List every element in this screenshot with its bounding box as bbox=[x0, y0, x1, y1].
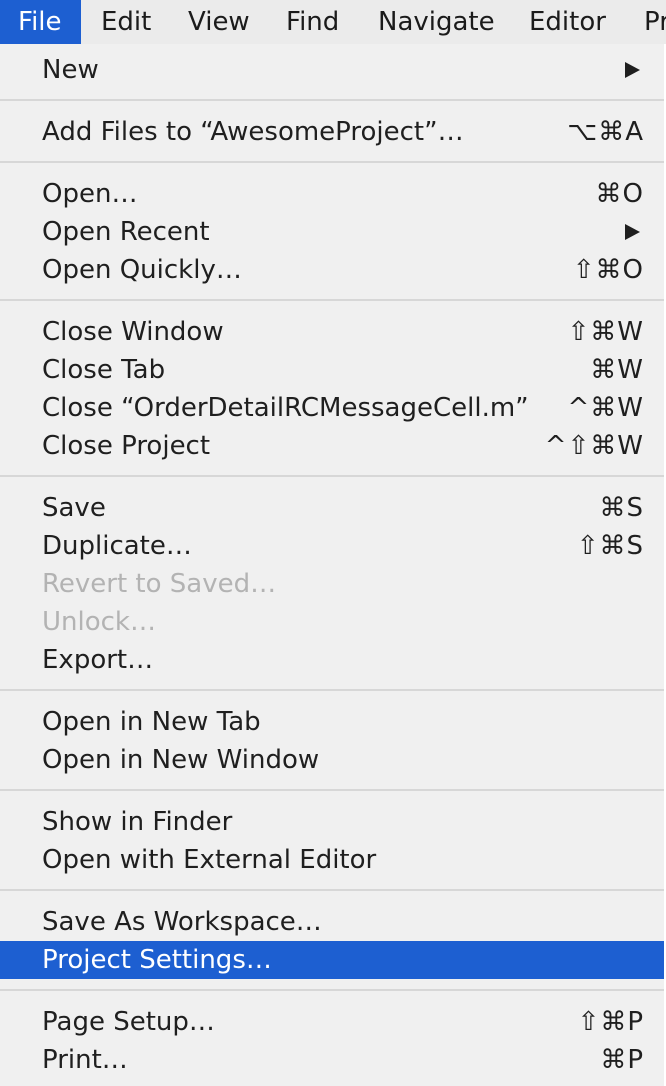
menu-item-label: Close Window bbox=[42, 317, 224, 347]
menu-separator bbox=[0, 475, 664, 477]
menubar-navigate[interactable]: Navigate bbox=[360, 0, 513, 44]
menu-item-shortcut: ^⇧⌘W bbox=[544, 431, 644, 461]
menu-separator bbox=[0, 99, 664, 101]
menu-item-open-in-new-window[interactable]: Open in New Window bbox=[0, 741, 664, 779]
menu-item-close-window[interactable]: Close Window ⇧⌘W bbox=[0, 313, 664, 351]
menu-item-label: Revert to Saved… bbox=[42, 569, 277, 599]
menu-item-shortcut: ⇧⌘O bbox=[572, 255, 644, 285]
menu-item-label: Open Quickly… bbox=[42, 255, 242, 285]
menu-item-shortcut: ⇧⌘P bbox=[577, 1007, 644, 1037]
menu-item-unlock: Unlock… bbox=[0, 603, 664, 641]
menu-item-label: Duplicate… bbox=[42, 531, 192, 561]
menu-item-open[interactable]: Open… ⌘O bbox=[0, 175, 664, 213]
menubar-editor[interactable]: Editor bbox=[511, 0, 624, 44]
menu-item-label: Save bbox=[42, 493, 106, 523]
menu-item-shortcut: ⌘P bbox=[600, 1045, 644, 1075]
menu-item-label: Show in Finder bbox=[42, 807, 233, 837]
menu-item-label: Open with External Editor bbox=[42, 845, 377, 875]
menu-item-label: Print… bbox=[42, 1045, 128, 1075]
menu-item-revert-to-saved: Revert to Saved… bbox=[0, 565, 664, 603]
menu-item-label: Open in New Window bbox=[42, 745, 320, 775]
menu-item-label: Add Files to “AwesomeProject”… bbox=[42, 117, 464, 147]
menu-item-shortcut: ⌘S bbox=[599, 493, 644, 523]
menu-bar: File Edit View Find Navigate Editor Pr bbox=[0, 0, 666, 44]
menu-item-print[interactable]: Print… ⌘P bbox=[0, 1041, 664, 1079]
menu-item-label: Open… bbox=[42, 179, 138, 209]
menu-item-show-in-finder[interactable]: Show in Finder bbox=[0, 803, 664, 841]
menu-item-export[interactable]: Export… bbox=[0, 641, 664, 679]
menu-item-add-files[interactable]: Add Files to “AwesomeProject”… ⌥⌘A bbox=[0, 113, 664, 151]
menu-item-shortcut: ⇧⌘S bbox=[576, 531, 644, 561]
menu-item-shortcut: ⌘O bbox=[595, 179, 644, 209]
menu-item-shortcut: ^⌘W bbox=[567, 393, 644, 423]
submenu-arrow-icon bbox=[625, 224, 640, 240]
menu-item-label: Close Project bbox=[42, 431, 211, 461]
menu-item-close-tab[interactable]: Close Tab ⌘W bbox=[0, 351, 664, 389]
menu-item-label: Close “OrderDetailRCMessageCell.m” bbox=[42, 393, 529, 423]
menu-item-label: New bbox=[42, 55, 99, 85]
menu-item-open-external-editor[interactable]: Open with External Editor bbox=[0, 841, 664, 879]
menu-item-save[interactable]: Save ⌘S bbox=[0, 489, 664, 527]
menu-separator bbox=[0, 889, 664, 891]
menu-item-label: Project Settings… bbox=[42, 945, 272, 975]
menubar-edit[interactable]: Edit bbox=[83, 0, 169, 44]
menu-item-shortcut: ⌥⌘A bbox=[567, 117, 644, 147]
menubar-product[interactable]: Pr bbox=[626, 0, 666, 44]
menu-item-label: Export… bbox=[42, 645, 154, 675]
menu-separator bbox=[0, 989, 664, 991]
menu-item-open-recent[interactable]: Open Recent bbox=[0, 213, 664, 251]
menu-item-new[interactable]: New bbox=[0, 51, 664, 89]
menu-item-label: Close Tab bbox=[42, 355, 166, 385]
menu-item-close-project[interactable]: Close Project ^⇧⌘W bbox=[0, 427, 664, 465]
menu-item-label: Open Recent bbox=[42, 217, 210, 247]
menubar-file[interactable]: File bbox=[0, 0, 81, 44]
menu-item-duplicate[interactable]: Duplicate… ⇧⌘S bbox=[0, 527, 664, 565]
menubar-find[interactable]: Find bbox=[268, 0, 357, 44]
menu-item-project-settings[interactable]: Project Settings… bbox=[0, 941, 664, 979]
menu-item-save-as-workspace[interactable]: Save As Workspace… bbox=[0, 903, 664, 941]
menu-item-label: Open in New Tab bbox=[42, 707, 261, 737]
submenu-arrow-icon bbox=[625, 62, 640, 78]
menu-item-label: Unlock… bbox=[42, 607, 156, 637]
menu-item-open-quickly[interactable]: Open Quickly… ⇧⌘O bbox=[0, 251, 664, 289]
menu-item-close-file[interactable]: Close “OrderDetailRCMessageCell.m” ^⌘W bbox=[0, 389, 664, 427]
menu-item-shortcut: ⌘W bbox=[590, 355, 644, 385]
menu-item-label: Save As Workspace… bbox=[42, 907, 322, 937]
menu-separator bbox=[0, 299, 664, 301]
menu-separator bbox=[0, 689, 664, 691]
menu-separator bbox=[0, 789, 664, 791]
menu-item-label: Page Setup… bbox=[42, 1007, 215, 1037]
menubar-view[interactable]: View bbox=[170, 0, 268, 44]
menu-separator bbox=[0, 161, 664, 163]
menu-item-page-setup[interactable]: Page Setup… ⇧⌘P bbox=[0, 1003, 664, 1041]
menu-item-shortcut: ⇧⌘W bbox=[567, 317, 644, 347]
menu-item-open-in-new-tab[interactable]: Open in New Tab bbox=[0, 703, 664, 741]
